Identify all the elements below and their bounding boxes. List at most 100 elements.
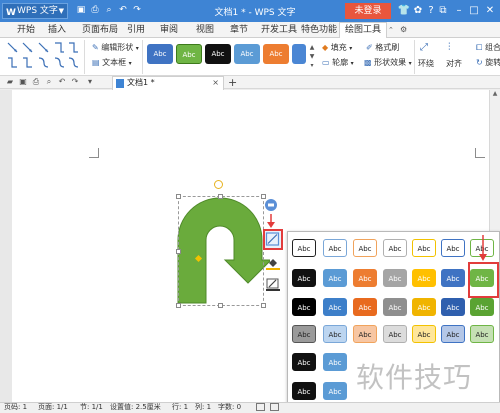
undo-icon[interactable]: ↶: [117, 4, 129, 17]
shape-style-option[interactable]: Abc: [323, 239, 347, 257]
resize-handle[interactable]: [261, 303, 266, 308]
shape-style-option[interactable]: Abc: [412, 298, 436, 316]
style-button-blue[interactable]: Abc: [147, 44, 173, 64]
print-icon[interactable]: ⎙: [31, 77, 41, 87]
shape-style-option[interactable]: Abc: [292, 239, 316, 257]
shape-style-option[interactable]: Abc: [353, 269, 377, 287]
shape-style-option[interactable]: Abc: [292, 325, 316, 343]
edit-shape-button[interactable]: ✎ 编辑形状 ▾: [92, 42, 139, 53]
tab-review[interactable]: 审阅: [160, 24, 178, 37]
shape-style-option[interactable]: Abc: [292, 269, 316, 287]
tab-home[interactable]: 开始: [17, 24, 35, 37]
shape-style-option[interactable]: Abc: [383, 325, 407, 343]
shape-style-option[interactable]: Abc: [412, 269, 436, 287]
resize-handle[interactable]: [218, 303, 223, 308]
view-mode-icon[interactable]: [270, 403, 279, 411]
shape-style-option[interactable]: Abc: [441, 239, 465, 257]
shape-style-option[interactable]: Abc: [383, 298, 407, 316]
scroll-up-icon[interactable]: ▲: [490, 90, 500, 97]
shirt-icon[interactable]: 👕: [397, 3, 411, 18]
text-box-button[interactable]: ▤ 文本框 ▾: [92, 57, 132, 68]
shape-style-option[interactable]: Abc: [441, 298, 465, 316]
shape-style-option[interactable]: Abc: [353, 325, 377, 343]
shape-style-option[interactable]: Abc: [441, 325, 465, 343]
resize-handle[interactable]: [176, 194, 181, 199]
fill-bucket-icon[interactable]: [266, 257, 280, 270]
customize-toolbar-icon[interactable]: ▾: [85, 77, 95, 87]
shape-style-option[interactable]: Abc: [292, 353, 316, 371]
format-brush-button[interactable]: ✐ 格式刷: [366, 42, 399, 53]
view-mode-icon[interactable]: [256, 403, 265, 411]
chevron-down-icon[interactable]: ▼: [307, 52, 317, 61]
minimize-icon[interactable]: –: [452, 3, 466, 18]
tab-insert[interactable]: 插入: [48, 24, 66, 37]
style-button-orange[interactable]: Abc: [263, 44, 289, 64]
folder-icon[interactable]: ▰: [5, 77, 15, 87]
wrap-label[interactable]: 环绕: [418, 58, 434, 69]
tab-reference[interactable]: 引用: [127, 24, 145, 37]
shape-style-button[interactable]: [263, 229, 283, 250]
close-icon[interactable]: ×: [212, 77, 219, 89]
style-button-black[interactable]: Abc: [205, 44, 231, 64]
tab-developer[interactable]: 开发工具: [261, 24, 297, 37]
style-gallery-scroll[interactable]: ▲ ▼ ▾: [307, 43, 317, 71]
redo-icon[interactable]: ↷: [131, 4, 143, 17]
align-label[interactable]: 对齐: [446, 58, 462, 69]
shape-style-option[interactable]: Abc: [323, 353, 347, 371]
chevron-up-icon[interactable]: ▲: [307, 43, 317, 52]
tab-view[interactable]: 视图: [196, 24, 214, 37]
shape-style-option[interactable]: Abc: [470, 298, 494, 316]
shape-style-option[interactable]: Abc: [383, 239, 407, 257]
wrap-icon[interactable]: ⤢: [420, 42, 434, 54]
shape-style-option[interactable]: Abc: [292, 382, 316, 400]
expand-gallery-icon[interactable]: ▾: [307, 61, 317, 70]
shape-style-option[interactable]: Abc: [353, 239, 377, 257]
redo-icon[interactable]: ↷: [70, 77, 80, 87]
document-tab[interactable]: 文档1 * ×: [112, 76, 224, 90]
preview-icon[interactable]: ⌕: [103, 4, 115, 17]
restore-icon[interactable]: ⧉: [436, 3, 450, 18]
shape-style-option[interactable]: Abc: [412, 239, 436, 257]
tab-page-layout[interactable]: 页面布局: [82, 24, 118, 37]
style-button-green[interactable]: Abc: [176, 44, 202, 64]
settings-icon[interactable]: ⚙: [400, 25, 407, 34]
save-icon[interactable]: ▣: [75, 4, 87, 17]
group-button[interactable]: ⧠ 组合: [476, 42, 500, 53]
style-button-lightblue[interactable]: Abc: [234, 44, 260, 64]
tab-chapter[interactable]: 章节: [230, 24, 248, 37]
tab-drawing-tools[interactable]: 绘图工具: [339, 22, 388, 39]
chevron-up-icon[interactable]: ⌃: [388, 26, 394, 34]
shape-style-option[interactable]: Abc: [383, 269, 407, 287]
resize-handle[interactable]: [176, 249, 181, 254]
layout-options-icon[interactable]: [264, 198, 278, 212]
shape-style-option[interactable]: Abc: [441, 269, 465, 287]
shape-style-option[interactable]: Abc: [470, 325, 494, 343]
align-icon[interactable]: ⫶: [448, 42, 462, 54]
close-icon[interactable]: ✕: [483, 3, 497, 18]
style-button-blue-2[interactable]: [292, 44, 306, 64]
outline-pen-icon[interactable]: [266, 278, 280, 291]
maximize-icon[interactable]: □: [467, 3, 481, 18]
line-shapes-gallery[interactable]: [6, 41, 84, 73]
shape-style-option[interactable]: Abc: [353, 298, 377, 316]
shape-style-option[interactable]: Abc: [323, 269, 347, 287]
tab-special[interactable]: 特色功能: [301, 24, 337, 37]
save-icon[interactable]: ▣: [18, 77, 28, 87]
preview-icon[interactable]: ⌕: [44, 77, 54, 87]
shape-style-option[interactable]: Abc: [323, 298, 347, 316]
resize-handle[interactable]: [218, 194, 223, 199]
shape-style-option[interactable]: Abc: [323, 382, 347, 400]
print-icon[interactable]: ⎙: [89, 4, 101, 17]
shape-style-option[interactable]: Abc: [412, 325, 436, 343]
fill-button[interactable]: ◆ 填充 ▾: [322, 42, 352, 53]
skin-icon[interactable]: ✿: [411, 3, 425, 18]
shape-effect-button[interactable]: ▩ 形状效果 ▾: [364, 57, 412, 68]
resize-handle[interactable]: [176, 303, 181, 308]
shape-style-option[interactable]: Abc: [292, 298, 316, 316]
rotate-handle[interactable]: [214, 180, 223, 189]
login-button[interactable]: 未登录: [345, 3, 391, 19]
undo-icon[interactable]: ↶: [57, 77, 67, 87]
shape-style-option[interactable]: Abc: [323, 325, 347, 343]
app-menu-button[interactable]: W WPS 文字 ▼: [2, 3, 68, 19]
outline-button[interactable]: ▭ 轮廓 ▾: [322, 57, 354, 68]
